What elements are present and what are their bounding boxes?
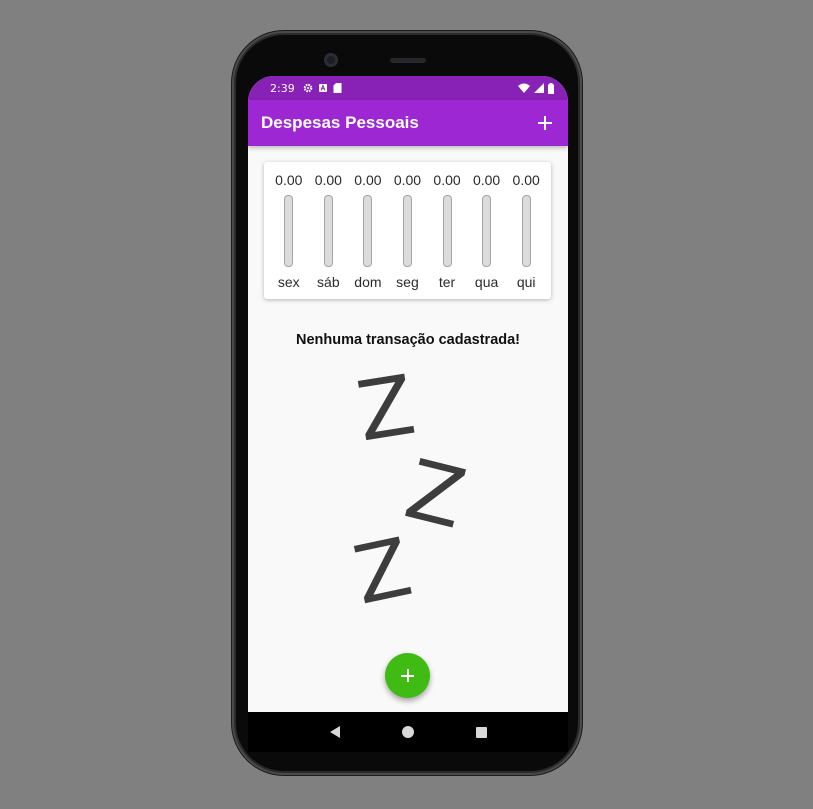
signal-icon bbox=[534, 83, 544, 93]
back-icon bbox=[329, 726, 340, 738]
chart-bar-track bbox=[402, 195, 412, 267]
status-right bbox=[518, 82, 554, 94]
home-button[interactable] bbox=[398, 722, 418, 742]
chart-bar-label: sex bbox=[277, 274, 300, 290]
chart-bar-value: 0.00 bbox=[354, 172, 382, 188]
home-icon bbox=[401, 726, 414, 738]
chart-bar-label: qua bbox=[474, 274, 499, 290]
chart-bar-track bbox=[284, 195, 294, 267]
sd-card-icon bbox=[333, 83, 342, 93]
chart-bar-value: 0.00 bbox=[314, 172, 342, 188]
status-notification-icons bbox=[303, 83, 342, 93]
app-title: Despesas Pessoais bbox=[261, 113, 419, 132]
chart-bar-label: ter bbox=[438, 274, 456, 290]
chart-bar-value: 0.00 bbox=[275, 172, 303, 188]
phone-frame: 2:39 Despesas Pessoais 0.00 sex 0.00 sáb… bbox=[236, 35, 578, 771]
chart-bar-column: 0.00 qui bbox=[507, 162, 545, 299]
empty-state-message: Nenhuma transação cadastrada! bbox=[295, 332, 521, 348]
chart-bar-label: seg bbox=[396, 274, 419, 290]
chart-bar-column: 0.00 sex bbox=[270, 162, 308, 299]
chart-bar-track bbox=[482, 195, 492, 267]
chart-bar-column: 0.00 qua bbox=[468, 162, 506, 299]
chart-bar-track bbox=[363, 195, 373, 267]
chart-bar-track bbox=[521, 195, 531, 267]
add-transaction-fab[interactable] bbox=[385, 653, 430, 698]
svg-text:Z: Z bbox=[397, 442, 468, 548]
chart-bar-value: 0.00 bbox=[433, 172, 461, 188]
chart-bar-column: 0.00 ter bbox=[428, 162, 466, 299]
sleeping-zzz-icon: Z Z Z bbox=[348, 360, 468, 610]
status-time: 2:39 bbox=[270, 81, 295, 95]
app-bar: Despesas Pessoais bbox=[248, 100, 568, 146]
battery-icon bbox=[548, 82, 554, 94]
chart-bar-label: qui bbox=[516, 274, 536, 290]
weekly-chart-card: 0.00 sex 0.00 sáb 0.00 dom 0.00 seg 0.00 ter 0.00 q… bbox=[264, 162, 551, 299]
status-left: 2:39 bbox=[270, 82, 342, 95]
chart-bar-track bbox=[442, 195, 452, 267]
status-bar: 2:39 bbox=[248, 76, 568, 100]
chart-bar-value: 0.00 bbox=[393, 172, 422, 188]
wifi-icon bbox=[518, 83, 530, 93]
earpiece-speaker bbox=[390, 58, 426, 63]
chart-bar-track bbox=[323, 195, 333, 267]
back-button[interactable] bbox=[325, 722, 345, 742]
app-screen: 2:39 Despesas Pessoais 0.00 sex 0.00 sáb… bbox=[248, 76, 568, 752]
chart-bar-label: dom bbox=[354, 274, 382, 290]
chart-bar-column: 0.00 dom bbox=[349, 162, 387, 299]
system-nav-bar bbox=[248, 712, 568, 752]
chart-bar-column: 0.00 sáb bbox=[309, 162, 347, 299]
chart-bar-value: 0.00 bbox=[472, 172, 501, 188]
front-camera bbox=[324, 53, 338, 67]
chart-bar-value: 0.00 bbox=[512, 172, 540, 188]
svg-text:Z: Z bbox=[351, 360, 421, 461]
recents-icon bbox=[475, 726, 487, 738]
chart-bar-column: 0.00 seg bbox=[388, 162, 426, 299]
a-box-icon bbox=[318, 84, 327, 92]
gear-icon bbox=[303, 83, 313, 93]
add-transaction-icon[interactable] bbox=[535, 113, 555, 133]
chart-bar-label: sáb bbox=[317, 274, 340, 290]
recents-button[interactable] bbox=[471, 722, 491, 742]
